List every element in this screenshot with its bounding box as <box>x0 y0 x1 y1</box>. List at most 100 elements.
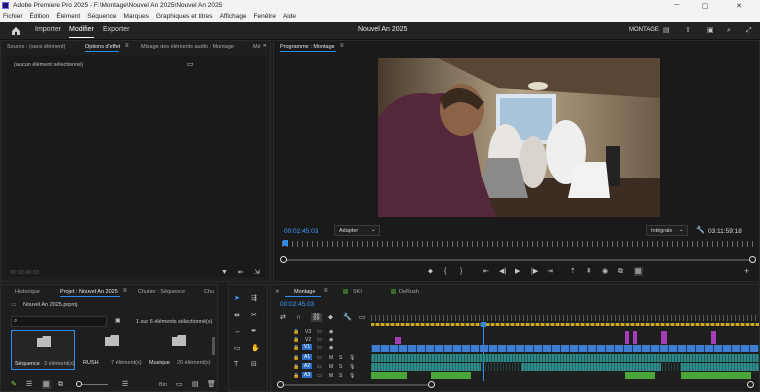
selection-tool-icon[interactable]: ➤ <box>234 295 240 302</box>
mic-icon[interactable]: 🎙 <box>349 373 355 379</box>
track-header-a2[interactable]: 🔒 A2 ▭ M S 🎙 <box>289 363 359 371</box>
mark-in-icon[interactable]: { <box>444 268 446 275</box>
panel-menu-icon[interactable]: ≡ <box>125 43 129 49</box>
tab-bin-sequence[interactable]: Chutier : Séquence <box>138 289 185 295</box>
fit-dropdown[interactable]: Adapter ⌄ <box>334 225 380 236</box>
snap-nest-icon[interactable]: ⇄ <box>280 314 286 321</box>
track-header-v1[interactable]: 🔒 V1 ▭ ◉ <box>289 344 359 352</box>
menu-clip[interactable]: Élément <box>56 13 80 20</box>
new-bin-search-icon[interactable]: ▣ <box>115 318 121 324</box>
snap-icon[interactable]: ∩ <box>296 314 301 321</box>
project-menu-icon[interactable]: ≡ <box>123 288 127 294</box>
filter-icon[interactable]: ▼ <box>221 269 228 276</box>
tab-metadata[interactable]: Mé <box>253 44 261 50</box>
quality-dropdown[interactable]: Intégrale ⌄ <box>646 225 688 236</box>
new-bin-icon[interactable]: ▭ <box>176 381 183 388</box>
program-menu-icon[interactable]: ≡ <box>340 43 344 49</box>
clip-a3[interactable] <box>371 372 407 379</box>
clip-v2[interactable] <box>633 331 637 344</box>
sync-lock-icon[interactable]: ▭ <box>317 373 322 379</box>
clip-v2[interactable] <box>661 331 667 344</box>
mic-icon[interactable]: 🎙 <box>349 355 355 361</box>
menu-sequence[interactable]: Séquence <box>87 13 116 20</box>
timeline-scrollbar[interactable] <box>281 384 431 386</box>
maximize-button[interactable]: ▢ <box>692 0 718 11</box>
track-label-a2[interactable]: A2 <box>302 363 313 369</box>
sort-icon[interactable]: ☰ <box>122 381 128 388</box>
solo-button[interactable]: S <box>339 364 342 370</box>
eye-icon[interactable]: ◉ <box>329 337 333 343</box>
compare-icon[interactable]: ⧉ <box>618 268 623 275</box>
lock-icon[interactable]: 🔒 <box>293 345 299 351</box>
track-header-v3[interactable]: 🔒 V3 ▭ ◉ <box>289 328 359 336</box>
eye-icon[interactable]: ◉ <box>329 329 333 335</box>
solo-button[interactable]: S <box>339 355 342 361</box>
step-back-icon[interactable]: ◀| <box>499 268 506 275</box>
trash-icon[interactable]: 🗑 <box>207 381 216 388</box>
menu-help[interactable]: Aide <box>283 13 296 20</box>
lock-icon[interactable]: 🔒 <box>293 337 299 343</box>
menu-markers[interactable]: Marques <box>124 13 149 20</box>
extract-icon[interactable]: ⇞ <box>586 268 592 275</box>
program-time-ruler[interactable] <box>282 241 754 247</box>
sync-lock-icon[interactable]: ▭ <box>317 345 322 351</box>
fullscreen-icon[interactable]: ⤢ <box>746 27 752 34</box>
tab-bin-more[interactable]: Chu <box>204 289 214 295</box>
add-marker-icon[interactable]: ⬥ <box>428 268 433 275</box>
tab-effect-options[interactable]: Options d'effet <box>85 44 120 50</box>
new-item-icon[interactable]: ▤ <box>192 381 199 388</box>
bin-item-sequence[interactable]: Séquence 3 élément(s) <box>11 330 75 370</box>
go-to-out-icon[interactable]: ⇥ <box>547 268 553 275</box>
pen-icon[interactable]: ✒ <box>251 328 257 335</box>
track-header-v2[interactable]: 🔒 V2 ▭ ◉ <box>289 336 359 344</box>
go-to-in-icon[interactable]: ⇤ <box>483 268 489 275</box>
thumbnail-slider-handle[interactable] <box>76 381 82 387</box>
lock-icon[interactable]: 🔒 <box>293 329 299 335</box>
timeline-timecode[interactable]: 00:02:45:03 <box>280 301 314 308</box>
ripple-edit-icon[interactable]: ⇹ <box>234 312 240 319</box>
export-frame-icon[interactable]: ⇲ <box>254 269 260 276</box>
share-icon[interactable]: ⇪ <box>685 27 691 34</box>
rectangle-tool-icon[interactable]: ▭ <box>234 345 241 352</box>
freeform-view-icon[interactable]: ⧉ <box>58 381 63 388</box>
clip-v2[interactable] <box>625 331 629 344</box>
sync-lock-icon[interactable]: ▭ <box>317 364 322 370</box>
clip-a3[interactable] <box>625 372 655 379</box>
slip-tool-icon[interactable]: ↔ <box>234 328 241 335</box>
home-icon[interactable] <box>11 26 21 35</box>
minimize-button[interactable]: ─ <box>664 0 690 11</box>
tab-history[interactable]: Historique <box>15 289 40 295</box>
timeline-clips[interactable] <box>371 327 759 381</box>
search-icon[interactable]: ⌕ <box>727 27 731 34</box>
lock-icon[interactable]: 🔒 <box>293 373 299 379</box>
program-playhead[interactable] <box>283 240 288 246</box>
wrench-icon[interactable]: 🔧 <box>343 314 352 321</box>
eye-icon[interactable]: ◉ <box>329 345 333 351</box>
sync-lock-icon[interactable]: ▭ <box>317 337 322 343</box>
solo-button[interactable]: S <box>339 373 342 379</box>
tab-sequence-montage[interactable]: Montage <box>294 289 315 295</box>
mute-button[interactable]: M <box>329 355 333 361</box>
icon-view-icon[interactable]: ▦ <box>42 380 51 389</box>
edit-tab[interactable]: Modifier <box>69 26 94 38</box>
program-timecode[interactable]: 00:02:45:03 <box>284 228 318 235</box>
mute-button[interactable]: M <box>329 373 333 379</box>
captions-icon[interactable]: ▭ <box>359 314 366 321</box>
toggle-timeline-icon[interactable]: ▭ <box>187 61 194 68</box>
project-search-input[interactable]: ⌕ <box>11 316 107 327</box>
timeline-ruler[interactable] <box>371 315 759 321</box>
zoom-handle-right[interactable] <box>749 256 756 263</box>
clip-a3[interactable] <box>431 372 471 379</box>
track-label-a3[interactable]: A3 <box>302 372 313 378</box>
timeline-zoom-handle[interactable] <box>747 381 754 388</box>
tab-project[interactable]: Projet : Nouvel An 2025 <box>60 289 118 295</box>
timeline-menu-icon[interactable]: ≡ <box>324 288 328 294</box>
workspaces-icon[interactable]: ▤ <box>663 27 670 34</box>
pen-write-icon[interactable]: ✎ <box>11 381 17 388</box>
more-tabs-icon[interactable]: » <box>263 43 266 49</box>
track-select-icon[interactable]: ⇶ <box>251 295 257 302</box>
multicam-icon[interactable]: ▦ <box>634 267 643 276</box>
add-marker-icon[interactable]: ⬥ <box>328 314 333 321</box>
settings-wrench-icon[interactable]: 🔧 <box>696 227 705 234</box>
tab-audio-mixer[interactable]: Mixage des éléments audio : Montage <box>141 44 234 50</box>
